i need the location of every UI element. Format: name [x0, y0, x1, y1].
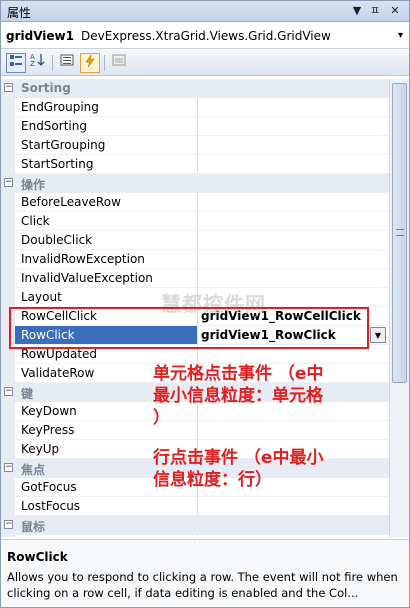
- svg-text:Z: Z: [30, 60, 35, 67]
- category-label: 操作: [21, 178, 46, 192]
- category-label: 键: [21, 387, 34, 401]
- row-gutter: [1, 364, 15, 383]
- event-row[interactable]: StartGrouping: [1, 136, 389, 155]
- column-divider: [197, 98, 198, 117]
- event-name: InvalidRowException: [21, 252, 145, 266]
- row-gutter: [1, 212, 15, 231]
- row-gutter: [1, 250, 15, 269]
- column-divider: [197, 269, 198, 288]
- row-gutter: [1, 98, 15, 117]
- event-name: Layout: [21, 290, 62, 304]
- annotation-row-click: 行点击事件 （e中最小 信息粒度：行）: [153, 448, 324, 490]
- chevron-down-icon[interactable]: ▾: [398, 30, 403, 41]
- column-divider: [197, 497, 198, 516]
- event-row[interactable]: EndGrouping: [1, 98, 389, 117]
- object-type: DevExpress.XtraGrid.Views.Grid.GridView: [81, 29, 331, 43]
- row-gutter: [1, 155, 15, 174]
- column-divider: [197, 535, 198, 537]
- column-divider: [197, 212, 198, 231]
- event-row[interactable]: InvalidValueException: [1, 269, 389, 288]
- event-row[interactable]: DoubleClick: [1, 231, 389, 250]
- vertical-scrollbar[interactable]: [389, 79, 409, 537]
- event-name: StartSorting: [21, 157, 94, 171]
- row-gutter: [1, 478, 15, 497]
- value-dropdown-icon[interactable]: ▼: [370, 327, 386, 343]
- property-pages-icon[interactable]: [109, 53, 129, 73]
- event-name: KeyDown: [21, 404, 77, 418]
- properties-toolbar: AZ: [1, 50, 409, 76]
- category-row[interactable]: − 鼠标: [1, 516, 389, 535]
- row-gutter: [1, 231, 15, 250]
- row-gutter: [1, 288, 15, 307]
- scrollbar-thumb[interactable]: [392, 83, 407, 383]
- collapse-icon[interactable]: −: [4, 520, 13, 529]
- event-row[interactable]: MouseDown: [1, 535, 389, 537]
- pin-icon[interactable]: ㅍ: [367, 3, 383, 19]
- category-row[interactable]: − Sorting: [1, 79, 389, 98]
- description-title: RowClick: [7, 550, 68, 564]
- event-name: KeyUp: [21, 442, 60, 456]
- annotation-row-cell-click: 单元格点击事件 （e中 最小信息粒度：单元格 ）: [153, 364, 324, 428]
- collapse-icon[interactable]: −: [4, 178, 13, 187]
- object-selector[interactable]: gridView1 DevExpress.XtraGrid.Views.Grid…: [1, 25, 409, 49]
- row-gutter: [1, 136, 15, 155]
- alphabetical-sort-icon[interactable]: AZ: [28, 53, 48, 73]
- event-row[interactable]: StartSorting: [1, 155, 389, 174]
- event-name: EndSorting: [21, 119, 87, 133]
- event-name: BeforeLeaveRow: [21, 195, 121, 209]
- highlight-box: [9, 307, 369, 349]
- event-name: ValidateRow: [21, 366, 95, 380]
- event-row[interactable]: EndSorting: [1, 117, 389, 136]
- event-row[interactable]: LostFocus: [1, 497, 389, 516]
- close-icon[interactable]: ✕: [387, 3, 403, 19]
- object-name: gridView1: [6, 29, 74, 43]
- event-row[interactable]: BeforeLeaveRow: [1, 193, 389, 212]
- toolbar-separator: [104, 55, 105, 71]
- event-name: InvalidValueException: [21, 271, 153, 285]
- properties-window: 属性 ▼ ㅍ ✕ gridView1 DevExpress.XtraGrid.V…: [0, 0, 410, 608]
- event-name: GotFocus: [21, 480, 77, 494]
- event-name: DoubleClick: [21, 233, 93, 247]
- event-name: Click: [21, 214, 50, 228]
- row-gutter: [1, 117, 15, 136]
- window-title: 属性: [7, 6, 32, 20]
- category-label: 鼠标: [21, 520, 46, 534]
- collapse-icon[interactable]: −: [4, 83, 13, 92]
- event-name: StartGrouping: [21, 138, 106, 152]
- event-name: KeyPress: [21, 423, 75, 437]
- window-menu-dropdown-icon[interactable]: ▼: [349, 3, 365, 19]
- event-row[interactable]: InvalidRowException: [1, 250, 389, 269]
- collapse-icon[interactable]: −: [4, 387, 13, 396]
- column-divider: [197, 250, 198, 269]
- row-gutter: [1, 421, 15, 440]
- row-gutter: [1, 535, 15, 537]
- events-view-icon[interactable]: [80, 53, 100, 73]
- row-gutter: [1, 269, 15, 288]
- description-pane: RowClick Allows you to respond to clicki…: [1, 539, 409, 607]
- event-name: LostFocus: [21, 499, 81, 513]
- event-row[interactable]: Click: [1, 212, 389, 231]
- event-name: RowUpdated: [21, 347, 98, 361]
- row-gutter: [1, 402, 15, 421]
- column-divider: [197, 155, 198, 174]
- event-name: EndGrouping: [21, 100, 99, 114]
- row-gutter: [1, 440, 15, 459]
- categorized-view-icon[interactable]: [6, 53, 26, 73]
- category-label: Sorting: [21, 81, 71, 95]
- toolbar-separator: [52, 55, 53, 71]
- row-gutter: [1, 193, 15, 212]
- category-label: 焦点: [21, 463, 46, 477]
- description-text: Allows you to respond to clicking a row.…: [7, 570, 398, 600]
- row-gutter: [1, 497, 15, 516]
- column-divider: [197, 231, 198, 250]
- title-bar: 属性 ▼ ㅍ ✕: [1, 1, 409, 22]
- collapse-icon[interactable]: −: [4, 463, 13, 472]
- properties-view-icon[interactable]: [57, 53, 77, 73]
- category-row[interactable]: − 操作: [1, 174, 389, 193]
- column-divider: [197, 136, 198, 155]
- column-divider: [197, 193, 198, 212]
- column-divider: [197, 117, 198, 136]
